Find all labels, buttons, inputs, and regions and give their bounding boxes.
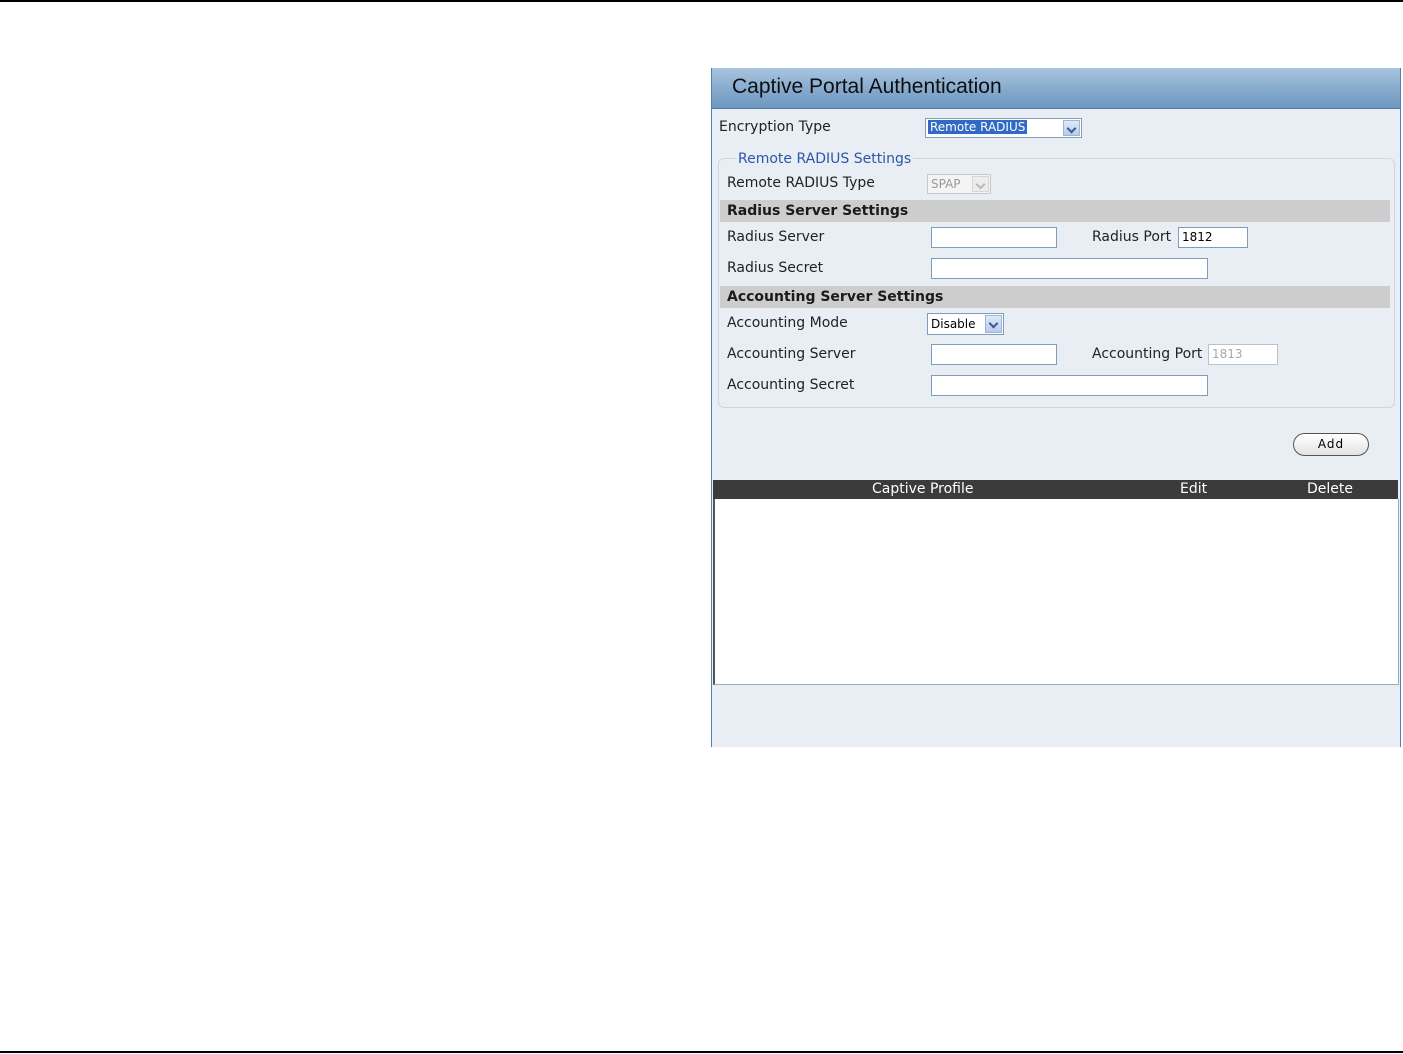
- radius-port-label: Radius Port: [1092, 229, 1172, 245]
- panel-title: Captive Portal Authentication: [732, 75, 1002, 98]
- remote-radius-type-label: Remote RADIUS Type: [727, 175, 875, 191]
- radius-server-settings-heading: Radius Server Settings: [727, 203, 909, 219]
- remote-radius-type-value: SPAP: [931, 177, 961, 191]
- accounting-server-settings-bar: Accounting Server Settings: [720, 286, 1390, 308]
- encryption-type-value: Remote RADIUS: [928, 120, 1028, 134]
- radius-port-input[interactable]: 1812: [1178, 227, 1248, 248]
- radius-server-label: Radius Server: [727, 229, 825, 245]
- bottom-rule: [0, 1051, 1403, 1053]
- remote-radius-fieldset: [718, 158, 1395, 408]
- top-rule: [0, 0, 1403, 2]
- accounting-secret-input[interactable]: [931, 375, 1208, 396]
- accounting-secret-label: Accounting Secret: [727, 377, 855, 393]
- chevron-down-icon[interactable]: [985, 315, 1002, 333]
- column-captive-profile: Captive Profile: [872, 481, 974, 497]
- captive-profile-table-header: Captive Profile Edit Delete: [713, 480, 1398, 499]
- captive-profile-table-body: [713, 499, 1399, 685]
- accounting-mode-select[interactable]: Disable: [927, 313, 1004, 335]
- encryption-type-select[interactable]: Remote RADIUS: [925, 118, 1082, 138]
- panel-header: Captive Portal Authentication: [712, 68, 1400, 109]
- accounting-port-label: Accounting Port: [1092, 346, 1203, 362]
- column-edit: Edit: [1180, 481, 1208, 497]
- radius-secret-input[interactable]: [931, 258, 1208, 279]
- radius-secret-label: Radius Secret: [727, 260, 824, 276]
- add-button[interactable]: Add: [1293, 433, 1369, 456]
- accounting-server-input[interactable]: [931, 344, 1057, 365]
- accounting-mode-label: Accounting Mode: [727, 315, 848, 331]
- remote-radius-type-select[interactable]: SPAP: [927, 174, 991, 194]
- accounting-server-settings-heading: Accounting Server Settings: [727, 289, 944, 305]
- radius-server-input[interactable]: [931, 227, 1057, 248]
- remote-radius-legend: Remote RADIUS Settings: [736, 151, 914, 167]
- accounting-server-label: Accounting Server: [727, 346, 856, 362]
- chevron-down-icon[interactable]: [1063, 120, 1080, 136]
- accounting-mode-value: Disable: [931, 317, 976, 331]
- accounting-port-input[interactable]: 1813: [1208, 344, 1278, 365]
- encryption-type-label: Encryption Type: [719, 119, 831, 135]
- chevron-down-icon[interactable]: [972, 176, 989, 192]
- radius-server-settings-bar: Radius Server Settings: [720, 200, 1390, 222]
- column-delete: Delete: [1307, 481, 1353, 497]
